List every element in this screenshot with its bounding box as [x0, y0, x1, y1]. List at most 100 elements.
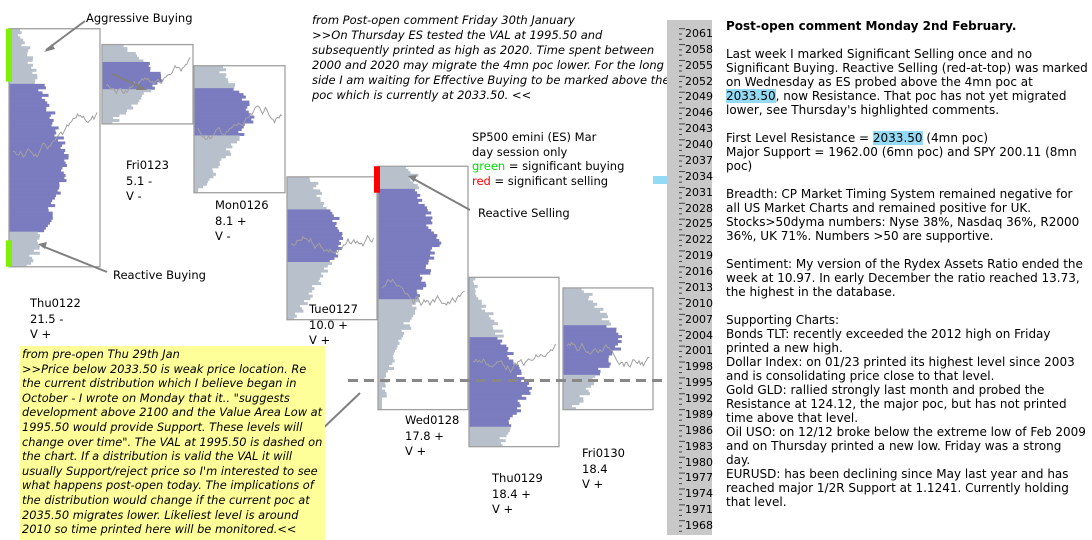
session-label: Fri0123 5.1 -V - — [126, 158, 169, 205]
session-range: 18.4 — [582, 461, 608, 476]
axis-tick-label: 2013 — [685, 280, 713, 294]
note-body: >>On Thursday ES tested the VAL at 1995.… — [312, 28, 670, 102]
supporting-line: EURUSD: has been declining since May las… — [726, 467, 1069, 509]
annotation-aggressive-buying: Aggressive Buying — [86, 11, 193, 25]
session-wed0128 — [374, 165, 469, 411]
paragraph-levels: First Level Resistance = 2033.50 (4mn po… — [726, 131, 1088, 173]
session-range: 10.0 + — [309, 317, 348, 332]
axis-tick-label: 2007 — [685, 312, 713, 326]
axis-tick-label: 2016 — [685, 265, 713, 279]
axis-tick-label: 1968 — [685, 519, 713, 532]
axis-tick-label: 2001 — [685, 344, 713, 358]
session-label: Mon0126 — [215, 198, 269, 212]
supporting-line: Gold GLD: rallied strongly last month an… — [726, 383, 1067, 425]
axis-tick-label: 2004 — [685, 328, 713, 342]
axis-tick-label: 2049 — [685, 90, 713, 104]
axis-tick-label: 2010 — [685, 296, 713, 310]
session-fri0123 — [101, 43, 194, 125]
axis-tick-label: 1983 — [685, 439, 713, 453]
session-thu0122 — [6, 28, 101, 268]
axis-tick-label: 1998 — [685, 360, 713, 374]
session-volume: V + — [405, 444, 427, 458]
axis-tick-label: 1992 — [685, 392, 713, 406]
legend-session: day session only — [472, 144, 568, 159]
axis-tick-label: 2019 — [685, 249, 713, 263]
legend-red-word: red — [472, 173, 491, 188]
pre-open-thursday-note: from pre-open Thu 29th Jan >>Price below… — [20, 346, 325, 540]
session-fri0130 — [562, 287, 654, 411]
legend-green-word: green — [472, 159, 506, 173]
legend-red: red = significant selling — [472, 174, 624, 189]
axis-tick-label: 2046 — [685, 106, 713, 120]
session-tue0127 — [286, 176, 378, 321]
session-label: Mon0126 8.1 + V - — [215, 198, 269, 245]
legend-green-desc: = significant buying — [505, 159, 625, 173]
session-label: Fri0130 — [582, 446, 625, 460]
session-thu0129 — [468, 276, 560, 448]
paragraph-last-week: Last week I marked Significant Selling o… — [726, 47, 1088, 117]
supporting-line: Dollar Index: on 01/23 printed its highe… — [726, 355, 1075, 383]
session-label: Thu0129 — [492, 471, 543, 485]
session-label: Thu0122 21.5 -V + — [30, 296, 81, 343]
p2-highlight: 2033.50 — [872, 131, 923, 145]
session-label: Tue0127 10.0 + V + — [309, 302, 358, 349]
significant-buying-bar — [6, 28, 12, 82]
session-label: Thu0122 — [30, 296, 81, 310]
note-heading: from Post-open comment Friday 30th Janua… — [312, 13, 575, 27]
session-volume: V - — [126, 189, 142, 203]
axis-tick-label: 2043 — [685, 122, 713, 136]
axis-tick-label: 2037 — [685, 153, 713, 167]
axis-tick-label: 1980 — [685, 455, 713, 469]
supporting-title: Supporting Charts: — [726, 313, 840, 327]
axis-tick-label: 1986 — [685, 423, 713, 437]
paragraph-supporting-charts: Supporting Charts: Bonds TLT: recently e… — [726, 313, 1088, 509]
session-label: Fri0123 — [126, 158, 169, 172]
axis-tick-label: 2040 — [685, 138, 713, 152]
session-label: Wed0128 17.8 + V + — [405, 413, 459, 460]
axis-tick-label: 2055 — [685, 58, 713, 72]
session-range: 21.5 - — [30, 311, 64, 326]
supporting-line: Oil USO: on 12/12 broke below the extrem… — [726, 425, 1086, 467]
session-volume: V - — [215, 229, 231, 243]
session-range: 17.8 + — [405, 428, 444, 443]
axis-tick-label: 2028 — [685, 201, 713, 215]
session-range: 5.1 - — [126, 173, 153, 188]
axis-tick-label: 1971 — [685, 503, 713, 517]
legend-red-desc: = significant selling — [490, 173, 609, 188]
price-axis: 2061 2058 2055 2052 2049 2046 2043 2040 2037 2034… — [667, 20, 713, 535]
axis-tick-label: 2058 — [685, 42, 713, 56]
legend-green: green = significant buying — [472, 159, 624, 174]
significant-selling-bar — [374, 166, 380, 193]
session-label: Fri0130 18.4 V + — [582, 446, 625, 493]
p2-major-support: Major Support = 1962.00 (6mn poc) and SP… — [726, 145, 1077, 173]
session-label: Tue0127 — [309, 302, 358, 316]
session-volume: V + — [582, 477, 604, 491]
axis-tick-label: 1974 — [685, 487, 713, 501]
post-open-monday-panel: Post-open comment Monday 2nd February. L… — [726, 19, 1088, 509]
yellow-note-body: >>Price below 2033.50 is weak price loca… — [22, 361, 323, 537]
yellow-note-heading: from pre-open Thu 29th Jan — [22, 347, 180, 361]
annotation-reactive-selling: Reactive Selling — [478, 206, 570, 220]
p2-text-b: (4mn poc) — [922, 131, 989, 145]
axis-tick-label: 1989 — [685, 407, 713, 421]
panel-title: Post-open comment Monday 2nd February. — [726, 19, 1017, 33]
axis-tick-label: 2061 — [685, 27, 713, 40]
p1-text-b: , now Resistance. That poc has not yet m… — [726, 89, 1067, 117]
p1-text-a: Last week I marked Significant Selling o… — [726, 47, 1088, 89]
session-volume: V + — [492, 502, 514, 516]
session-range: 18.4 + — [492, 486, 531, 501]
session-label: Thu0129 18.4 + V + — [492, 471, 543, 518]
session-mon0126 — [193, 65, 286, 194]
session-volume: V + — [30, 327, 52, 341]
axis-tick-label: 1977 — [685, 471, 713, 485]
supporting-line: Bonds TLT: recently exceeded the 2012 hi… — [726, 327, 1051, 355]
post-open-friday-note: from Post-open comment Friday 30th Janua… — [312, 13, 672, 103]
axis-tick-label: 2025 — [685, 217, 713, 231]
chart-legend: SP500 emini (ES) Mar day session only gr… — [472, 130, 624, 188]
p2-text-a: First Level Resistance = — [726, 131, 873, 145]
paragraph-sentiment: Sentiment: My version of the Rydex Asset… — [726, 257, 1083, 299]
axis-tick-label: 2022 — [685, 233, 713, 247]
axis-tick-label: 2031 — [685, 185, 713, 199]
axis-tick-label: 1995 — [685, 376, 713, 390]
session-range: 8.1 + — [215, 213, 247, 228]
